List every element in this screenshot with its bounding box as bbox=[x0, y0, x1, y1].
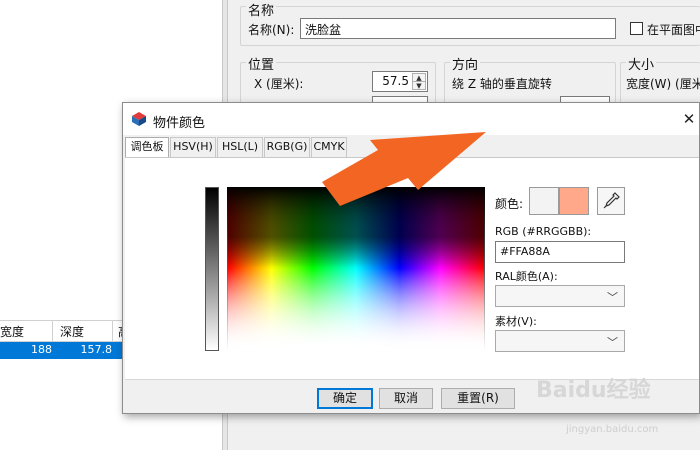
column-divider[interactable] bbox=[52, 321, 53, 341]
baidu-watermark-logo: Baidu经验 bbox=[536, 378, 651, 403]
column-divider[interactable] bbox=[112, 321, 113, 341]
material-select[interactable]: ﹀ bbox=[495, 330, 625, 352]
color-label: 颜色: bbox=[495, 197, 524, 211]
show-in-plan-label: 在平面图中 bbox=[647, 23, 700, 37]
chevron-down-icon: ﹀ bbox=[607, 291, 618, 304]
color-spectrum-picker[interactable] bbox=[227, 187, 485, 351]
ok-button[interactable]: 确定 bbox=[317, 388, 373, 409]
position-group-title: 位置 bbox=[246, 54, 277, 73]
reset-button[interactable]: 重置(R) bbox=[441, 388, 515, 409]
table-row[interactable]: 188 157.8 bbox=[0, 342, 124, 359]
show-in-plan-checkbox[interactable] bbox=[630, 22, 643, 35]
direction-group-title: 方向 bbox=[450, 54, 481, 73]
ral-label: RAL颜色(A): bbox=[495, 270, 558, 283]
dialog-titlebar[interactable]: 物件颜色 ✕ bbox=[123, 103, 699, 135]
name-label: 名称(N): bbox=[248, 23, 295, 37]
name-input[interactable]: 洗脸盆 bbox=[300, 18, 616, 39]
x-value: 57.5 bbox=[382, 74, 409, 88]
close-icon[interactable]: ✕ bbox=[679, 109, 699, 129]
material-label: 素材(V): bbox=[495, 315, 537, 328]
object-color-dialog: 物件颜色 ✕ 调色板 HSV(H) HSL(L) RGB(G) CMYK 颜色:… bbox=[122, 102, 700, 414]
tab-hsl[interactable]: HSL(L) bbox=[217, 137, 263, 157]
spin-down-icon[interactable]: ▼ bbox=[412, 81, 426, 90]
dialog-title: 物件颜色 bbox=[153, 116, 206, 131]
size-group-title: 大小 bbox=[626, 54, 657, 73]
app-cube-icon bbox=[132, 112, 146, 126]
eyedropper-icon bbox=[603, 192, 620, 209]
tab-rgb[interactable]: RGB(G) bbox=[264, 137, 310, 157]
rgb-label: RGB (#RRGGBB): bbox=[495, 225, 592, 238]
previous-color-swatch bbox=[529, 187, 559, 215]
tab-palette[interactable]: 调色板 bbox=[125, 137, 169, 158]
column-header-depth[interactable]: 深度 bbox=[60, 323, 84, 340]
rgb-hex-input[interactable]: #FFA88A bbox=[495, 241, 625, 263]
ral-color-select[interactable]: ﹀ bbox=[495, 285, 625, 307]
chevron-down-icon: ﹀ bbox=[607, 336, 618, 349]
cell-depth: 157.8 bbox=[80, 343, 113, 356]
cancel-button[interactable]: 取消 bbox=[379, 388, 433, 409]
baidu-watermark-url: jingyan.baidu.com bbox=[566, 424, 659, 435]
tab-hsv[interactable]: HSV(H) bbox=[170, 137, 216, 157]
rotation-label: 绕 Z 轴的垂直旋转 bbox=[452, 77, 552, 91]
eyedropper-button[interactable] bbox=[597, 187, 625, 215]
cell-width: 188 bbox=[31, 343, 52, 356]
furniture-table-header: 宽度 深度 高 bbox=[0, 320, 130, 342]
width-label: 宽度(W) (厘米 bbox=[626, 77, 700, 91]
x-label: X (厘米): bbox=[254, 77, 304, 91]
luminance-slider[interactable] bbox=[205, 187, 219, 351]
color-tabs: 调色板 HSV(H) HSL(L) RGB(G) CMYK bbox=[123, 137, 699, 158]
selected-color-swatch bbox=[559, 187, 589, 215]
table-body bbox=[0, 359, 124, 450]
x-spinner[interactable]: 57.5 ▲ ▼ bbox=[372, 71, 428, 92]
tab-cmyk[interactable]: CMYK bbox=[311, 137, 347, 157]
column-header-width[interactable]: 宽度 bbox=[0, 323, 24, 340]
name-group-title: 名称 bbox=[246, 0, 277, 19]
